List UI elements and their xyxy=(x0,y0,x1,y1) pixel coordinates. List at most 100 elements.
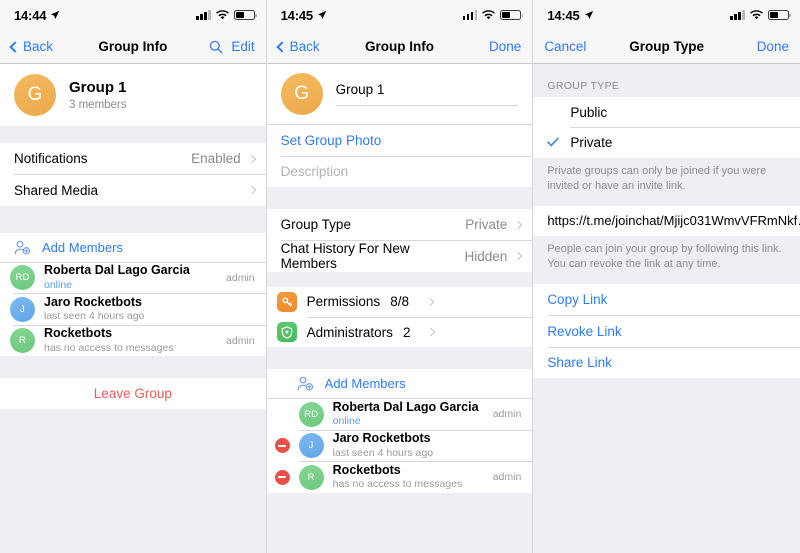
status-badge: admin xyxy=(492,471,522,483)
status-bar-right xyxy=(730,9,791,21)
set-group-photo-button[interactable]: Set Group Photo xyxy=(267,125,533,156)
cellular-bars-icon xyxy=(196,10,211,20)
list-item[interactable]: R Rocketbots has no access to messages a… xyxy=(0,325,266,356)
list-item[interactable]: RD Roberta Dal Lago Garcia online admin xyxy=(267,399,533,430)
member-status: online xyxy=(332,415,361,428)
member-name: Jaro Rocketbots xyxy=(44,294,142,309)
member-text: Roberta Dal Lago Garcia online xyxy=(332,400,479,429)
status-bar-right xyxy=(196,9,257,21)
section-gap xyxy=(0,205,266,233)
row-label: Group Type xyxy=(280,217,351,232)
member-status: last seen 4 hours ago xyxy=(332,446,434,459)
done-button[interactable]: Done xyxy=(489,39,521,54)
chevron-right-icon xyxy=(247,154,256,163)
avatar: RD xyxy=(298,401,324,427)
status-bar-left: 14:45 xyxy=(281,8,327,23)
add-members-label: Add Members xyxy=(42,239,123,255)
status-badge: admin xyxy=(492,408,522,420)
section-gap xyxy=(0,356,266,378)
copy-link-button[interactable]: Copy Link xyxy=(533,284,800,315)
group-name-input[interactable]: Group 1 xyxy=(336,82,519,105)
option-private[interactable]: Private xyxy=(533,128,800,158)
group-edit-header: G Group 1 xyxy=(266,64,533,124)
revoke-link-button[interactable]: Revoke Link xyxy=(533,316,800,347)
nav-right-actions: Done xyxy=(489,39,521,54)
bottom-gap xyxy=(0,409,266,509)
chevron-right-icon xyxy=(247,185,256,195)
add-members-button[interactable]: Add Members xyxy=(0,233,266,262)
row-permissions[interactable]: Permissions 8/8 xyxy=(267,287,533,317)
avatar: J xyxy=(298,433,324,458)
row-administrators[interactable]: Administrators 2 xyxy=(267,317,533,347)
privacy-note: Private groups can only be joined if you… xyxy=(547,164,767,192)
nav-bar: Cancel Group Type Done xyxy=(533,30,800,64)
leave-group-button[interactable]: Leave Group xyxy=(0,378,266,409)
back-label: Back xyxy=(23,39,54,54)
edit-button[interactable]: Edit xyxy=(231,39,254,54)
check-icon xyxy=(547,136,561,149)
row-value: Hidden xyxy=(464,248,508,264)
location-arrow-icon xyxy=(51,10,60,19)
screen-group-type: 14:45 Cancel Group Type Done GROUP TYPE … xyxy=(533,0,800,553)
section-header-group-type: GROUP TYPE xyxy=(547,80,620,92)
status-badge: admin xyxy=(226,271,255,284)
add-members-button[interactable]: Add Members xyxy=(267,369,533,398)
row-shared-media[interactable]: Shared Media xyxy=(0,175,266,206)
description-input[interactable]: Description xyxy=(267,156,533,187)
invite-link-card: https://t.me/joinchat/Mjijc031WmvVFRmNkf… xyxy=(533,205,800,236)
done-button[interactable]: Done xyxy=(757,39,789,54)
avatar[interactable]: G xyxy=(280,73,323,115)
row-notifications[interactable]: Notifications Enabled xyxy=(0,143,266,174)
share-link-button[interactable]: Share Link xyxy=(533,347,800,378)
cancel-button[interactable]: Cancel xyxy=(544,39,586,54)
nav-right-actions: Done xyxy=(757,39,789,54)
back-button[interactable]: Back xyxy=(9,39,54,54)
row-group-type[interactable]: Group Type Private xyxy=(267,209,533,240)
row-label: Notifications xyxy=(14,151,88,166)
search-icon[interactable] xyxy=(209,40,223,54)
option-public[interactable]: Public xyxy=(533,97,800,127)
settings-card: Notifications Enabled Shared Media xyxy=(0,143,266,206)
invite-link-value[interactable]: https://t.me/joinchat/Mjijc031WmvVFRmNkf… xyxy=(533,206,800,236)
row-chat-history[interactable]: Chat History For New Members Hidden xyxy=(267,241,533,272)
nav-bar: Back Group Info Done xyxy=(266,30,533,64)
member-status: online xyxy=(44,278,73,291)
section-gap xyxy=(266,271,533,287)
location-arrow-icon xyxy=(317,10,327,19)
battery-icon xyxy=(767,9,791,21)
remove-member-button[interactable] xyxy=(274,469,290,485)
location-arrow-icon xyxy=(584,10,593,19)
group-name-field[interactable]: Group 1 xyxy=(335,73,519,115)
list-item[interactable]: RD Roberta Dal Lago Garcia online admin xyxy=(0,262,266,293)
status-time: 14:44 xyxy=(14,7,47,23)
list-item[interactable]: J Jaro Rocketbots last seen 4 hours ago xyxy=(267,430,533,461)
status-badge: admin xyxy=(226,334,255,347)
avatar: R xyxy=(10,328,35,353)
remove-member-button[interactable] xyxy=(274,438,290,453)
group-name: Group 1 xyxy=(69,79,127,97)
list-item[interactable]: R Rocketbots has no access to messages a… xyxy=(267,462,533,493)
chevron-left-icon xyxy=(275,40,288,53)
chevron-right-icon xyxy=(514,251,523,261)
shield-icon xyxy=(276,322,297,342)
wifi-icon xyxy=(215,10,229,20)
members-card: Add Members RD Roberta Dal Lago Garcia o… xyxy=(266,369,533,493)
member-name: Jaro Rocketbots xyxy=(332,431,431,446)
avatar: J xyxy=(10,296,35,322)
member-text: Jaro Rocketbots last seen 4 hours ago xyxy=(44,295,144,324)
list-item[interactable]: J Jaro Rocketbots last seen 4 hours ago xyxy=(0,294,266,325)
group-type-options: Public Private xyxy=(533,97,800,158)
row-value: 2 xyxy=(402,324,411,340)
section-gap xyxy=(266,187,533,209)
nav-right-actions: Edit xyxy=(209,39,255,54)
cancel-label: Cancel xyxy=(544,39,587,54)
chevron-right-icon xyxy=(514,220,523,229)
back-button[interactable]: Back xyxy=(275,39,320,54)
back-label: Back xyxy=(289,39,320,54)
admin-card: Permissions 8/8 Administrators 2 xyxy=(266,286,533,347)
screen-group-info-edit: 14:45 Back Group Info Done G Group 1 Set… xyxy=(266,0,534,553)
member-status: has no access to messages xyxy=(332,478,463,491)
screenshot-root: 14:44 Back Group Info Edit G Group 1 3 m… xyxy=(0,0,800,553)
row-label: Chat History For New Members xyxy=(280,241,410,271)
group-header[interactable]: G Group 1 3 members xyxy=(0,64,266,126)
